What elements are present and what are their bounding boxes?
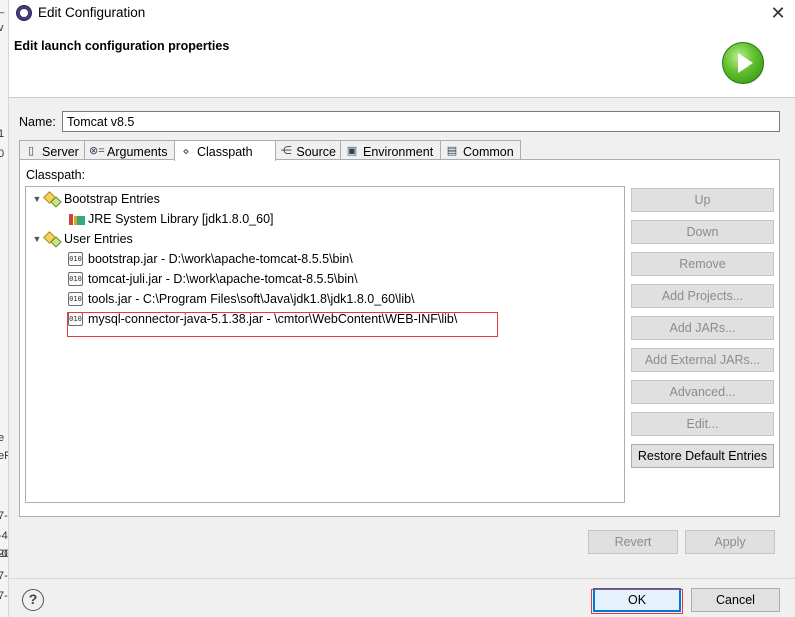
window-title: Edit Configuration <box>38 5 146 20</box>
add-jars-button[interactable]: Add JARs... <box>631 316 774 340</box>
tab-label: Environment <box>363 144 434 159</box>
add-external-jars-button[interactable]: Add External JARs... <box>631 348 774 372</box>
jar-icon: 010 <box>68 292 83 306</box>
close-icon[interactable]: ✕ <box>768 2 788 24</box>
up-button[interactable]: Up <box>631 188 774 212</box>
tab-common[interactable]: ▤ Common <box>440 140 521 160</box>
jar-icon: 010 <box>68 252 83 266</box>
bg-fragment: 0 <box>0 148 4 160</box>
run-icon <box>722 42 764 84</box>
bg-fragment: 20 <box>0 548 8 560</box>
tree-item-label: tomcat-juli.jar - D:\work\apache-tomcat-… <box>88 272 358 286</box>
bg-fragment: 1 <box>0 128 4 140</box>
jar-icon: 010 <box>68 272 83 286</box>
classpath-category-icon <box>44 232 60 246</box>
tree-item-label: bootstrap.jar - D:\work\apache-tomcat-8.… <box>88 252 353 266</box>
tree-item-label: JRE System Library [jdk1.8.0_60] <box>88 212 274 226</box>
name-input[interactable] <box>62 111 780 132</box>
apply-button[interactable]: Apply <box>685 530 775 554</box>
background-window-strip: _ v 1 0 e eF 7- -4 -0 20 7- 7- <box>0 0 9 617</box>
tree-item-label: User Entries <box>64 232 133 246</box>
revert-button[interactable]: Revert <box>588 530 678 554</box>
bg-fragment: eF <box>0 450 8 462</box>
annotation-highlight-box <box>67 312 498 337</box>
bg-fragment: _ <box>0 2 4 14</box>
classpath-category-icon <box>44 192 60 206</box>
tab-label: Common <box>463 144 514 159</box>
remove-button[interactable]: Remove <box>631 252 774 276</box>
tree-item-user-entries[interactable]: ▼ User Entries <box>30 230 133 248</box>
annotation-highlight-ok <box>591 589 683 614</box>
bg-fragment: e <box>0 432 4 444</box>
arguments-icon: ⊗= <box>89 145 105 157</box>
eclipse-icon <box>16 5 32 21</box>
tab-classpath[interactable]: ⋄ Classpath <box>174 140 276 161</box>
tree-item-jar[interactable]: 010 tools.jar - C:\Program Files\soft\Ja… <box>68 290 415 308</box>
restore-default-entries-button[interactable]: Restore Default Entries <box>631 444 774 468</box>
add-projects-button[interactable]: Add Projects... <box>631 284 774 308</box>
tab-label: Classpath <box>197 145 253 159</box>
tree-item-label: Bootstrap Entries <box>64 192 160 206</box>
down-button[interactable]: Down <box>631 220 774 244</box>
footer-divider <box>9 578 795 579</box>
chevron-down-icon[interactable]: ▼ <box>30 194 44 204</box>
help-icon[interactable]: ? <box>22 589 44 611</box>
classpath-label: Classpath: <box>26 168 86 182</box>
name-label: Name: <box>19 115 56 129</box>
edit-button[interactable]: Edit... <box>631 412 774 436</box>
bg-fragment: -4 <box>0 530 8 542</box>
tree-item-bootstrap-entries[interactable]: ▼ Bootstrap Entries <box>30 190 160 208</box>
tab-server[interactable]: ▯ Server <box>19 140 85 160</box>
common-icon: ▤ <box>446 145 458 157</box>
bg-fragment: 7- <box>0 590 8 602</box>
classpath-tree[interactable]: ▼ Bootstrap Entries JRE System Library [… <box>25 186 625 503</box>
server-icon: ▯ <box>27 145 35 157</box>
cancel-button[interactable]: Cancel <box>691 588 780 612</box>
tab-environment[interactable]: ▣ Environment <box>340 140 441 160</box>
tab-label: Source <box>296 144 336 159</box>
bg-fragment: v <box>0 22 4 34</box>
library-icon <box>68 212 85 226</box>
bg-fragment: 7- <box>0 510 8 522</box>
tab-label: Server <box>42 144 79 159</box>
tree-item-label: tools.jar - C:\Program Files\soft\Java\j… <box>88 292 415 306</box>
tab-label: Arguments <box>107 144 168 159</box>
classpath-icon: ⋄ <box>182 145 190 158</box>
bg-fragment: 7- <box>0 570 8 582</box>
chevron-down-icon[interactable]: ▼ <box>30 234 44 244</box>
tree-item-jar[interactable]: 010 bootstrap.jar - D:\work\apache-tomca… <box>68 250 353 268</box>
dialog-header-title: Edit launch configuration properties <box>14 39 230 53</box>
source-icon: ⋲ <box>280 145 292 157</box>
environment-icon: ▣ <box>346 145 358 157</box>
tab-arguments[interactable]: ⊗= Arguments <box>84 140 175 160</box>
advanced-button[interactable]: Advanced... <box>631 380 774 404</box>
tree-item-jar[interactable]: 010 tomcat-juli.jar - D:\work\apache-tom… <box>68 270 358 288</box>
tree-item-jre-library[interactable]: JRE System Library [jdk1.8.0_60] <box>68 210 274 228</box>
tab-source[interactable]: ⋲ Source <box>275 140 341 160</box>
